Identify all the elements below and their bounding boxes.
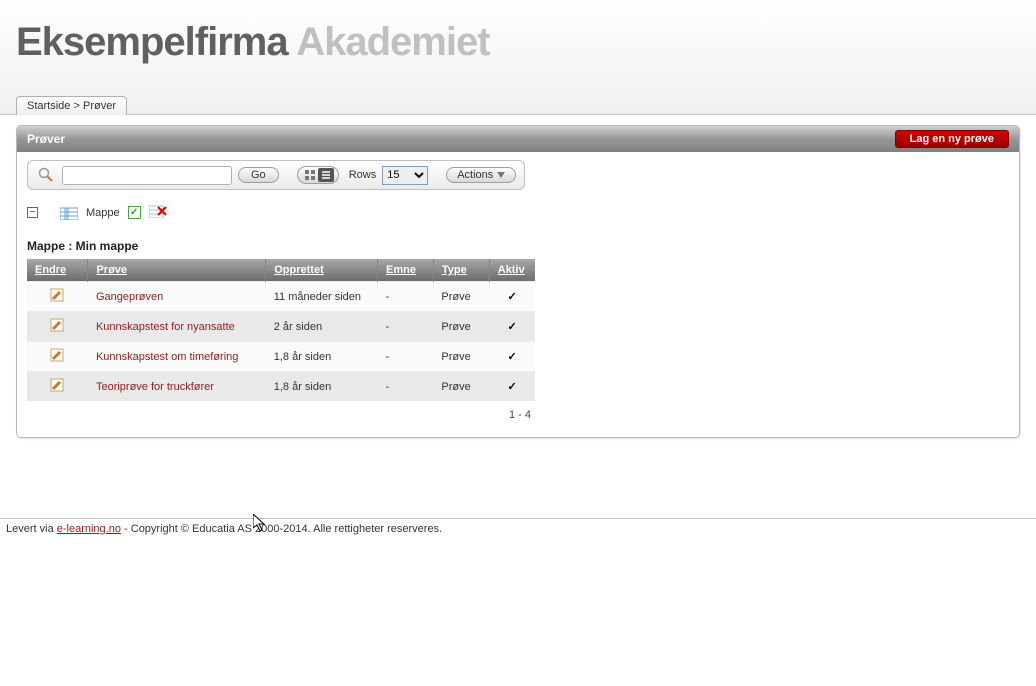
tests-table: Endre Prøve Opprettet Emne Type Aktiv Ga… [27,259,535,401]
cell-subject: - [378,342,434,372]
test-link[interactable]: Gangeprøven [96,291,163,303]
logo-main: Eksempelfirma [16,20,288,64]
search-input[interactable] [62,166,232,185]
actions-button[interactable]: Actions [446,167,516,183]
col-created[interactable]: Opprettet [266,259,378,282]
collapse-icon[interactable]: − [27,207,38,218]
app-header: Eksempelfirma Akademiet Startside > Prøv… [0,0,1036,115]
grid-view-icon[interactable] [302,168,318,182]
cell-created: 1,8 år siden [266,372,378,402]
cell-created: 2 år siden [266,312,378,342]
cell-created: 11 måneder siden [266,282,378,312]
footer-link[interactable]: e-learning.no [57,523,121,535]
go-button[interactable]: Go [238,167,279,183]
panel-title: Prøver [27,132,65,146]
table-row: Gangeprøven 11 måneder siden-Prøve ✓ [27,282,535,312]
test-link[interactable]: Kunnskapstest om timeføring [96,351,238,363]
pager: 1 - 4 [27,409,535,421]
filter-row: − Mappe ✓ [27,204,1009,221]
column-icon[interactable] [60,206,78,220]
group-label: Mappe : Min mappe [27,239,1009,253]
search-toolbar: Go Rows 15 Actions [27,160,525,190]
list-view-icon[interactable] [318,168,334,182]
panel-header: Prøver Lag en ny prøve [17,126,1019,152]
chevron-down-icon [497,172,505,178]
col-edit[interactable]: Endre [27,259,88,282]
cell-type: Prøve [433,372,489,402]
check-icon: ✓ [508,351,517,363]
test-link[interactable]: Kunnskapstest for nyansatte [96,321,235,333]
edit-icon[interactable] [50,378,64,392]
filter-enabled-icon[interactable]: ✓ [128,206,141,219]
test-link[interactable]: Teoriprøve for truckfører [96,381,214,393]
actions-label: Actions [457,169,493,181]
search-icon[interactable] [36,165,56,185]
cell-subject: - [378,282,434,312]
main-panel: Prøver Lag en ny prøve Go [16,125,1020,438]
table-row: Kunnskapstest om timeføring 1,8 år siden-… [27,342,535,372]
edit-icon[interactable] [50,348,64,362]
cell-type: Prøve [433,342,489,372]
col-active[interactable]: Aktiv [489,259,535,282]
footer-prefix: Levert via [6,523,57,535]
breadcrumb-sep: > [73,100,79,112]
check-icon: ✓ [508,381,517,393]
cell-created: 1,8 år siden [266,342,378,372]
cell-type: Prøve [433,312,489,342]
breadcrumb-current: Prøver [83,100,116,112]
edit-icon[interactable] [50,318,64,332]
breadcrumb-home[interactable]: Startside [27,100,70,112]
filter-column-label[interactable]: Mappe [86,207,120,219]
col-type[interactable]: Type [433,259,489,282]
table-row: Teoriprøve for truckfører 1,8 år siden-Pr… [27,372,535,402]
rows-select[interactable]: 15 [382,166,428,185]
col-name[interactable]: Prøve [88,259,266,282]
footer: Levert via e-learning.no - Copyright © E… [0,518,1036,539]
rows-label: Rows [349,169,377,181]
cell-subject: - [378,312,434,342]
check-icon: ✓ [508,291,517,303]
footer-suffix: - Copyright © Educatia AS 2000-2014. All… [121,523,442,535]
breadcrumb: Startside > Prøver [16,96,127,115]
logo: Eksempelfirma Akademiet [16,10,1020,65]
check-icon: ✓ [508,321,517,333]
logo-sub: Akademiet [296,20,489,64]
cell-subject: - [378,372,434,402]
view-toggle[interactable] [297,166,339,184]
new-test-button[interactable]: Lag en ny prøve [895,130,1009,148]
filter-remove-icon[interactable] [149,204,167,221]
cell-type: Prøve [433,282,489,312]
edit-icon[interactable] [50,288,64,302]
table-row: Kunnskapstest for nyansatte 2 år siden-Pr… [27,312,535,342]
col-subject[interactable]: Emne [378,259,434,282]
